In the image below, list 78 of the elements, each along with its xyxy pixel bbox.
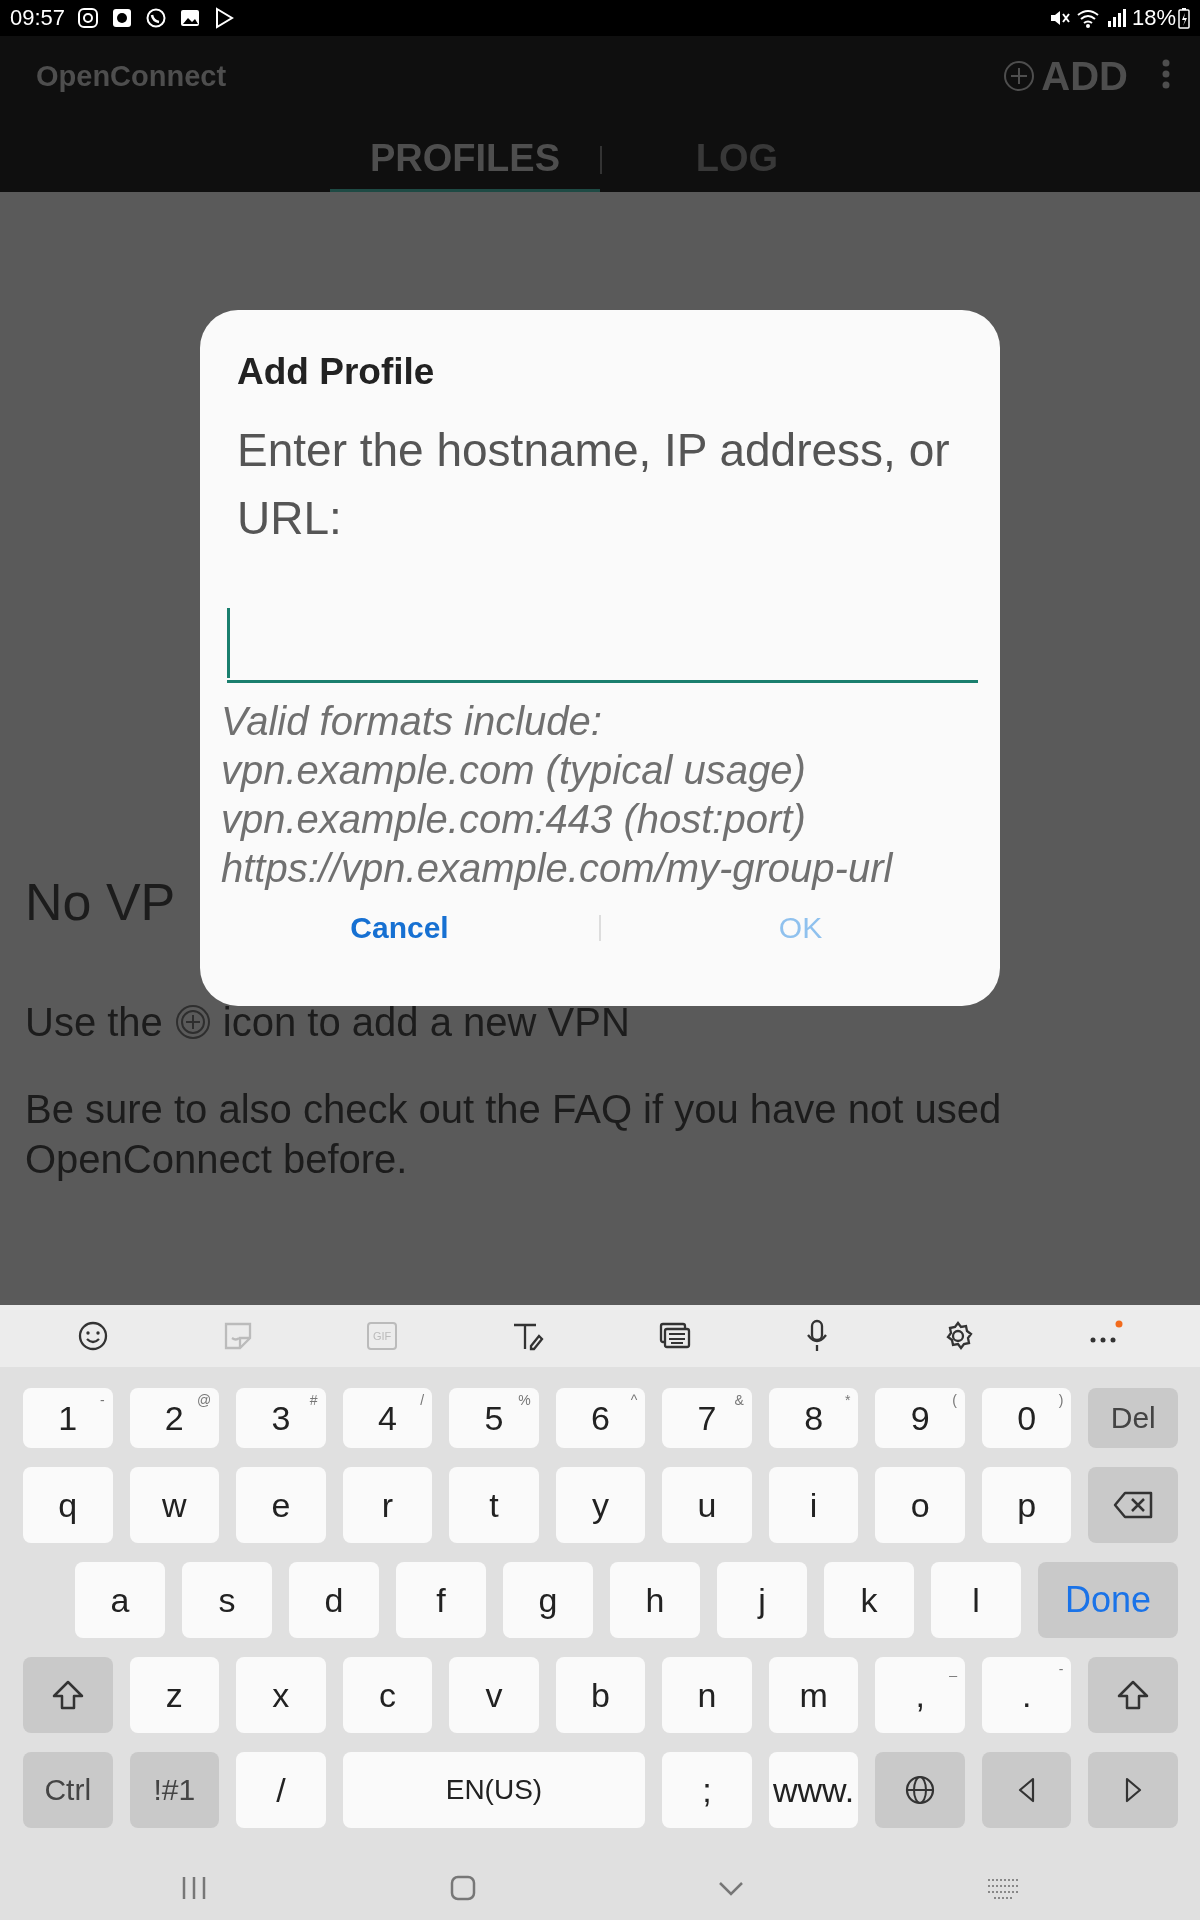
globe-icon bbox=[904, 1774, 937, 1806]
key[interactable]: r bbox=[342, 1467, 433, 1543]
key[interactable]: p bbox=[981, 1467, 1072, 1543]
key[interactable]: w bbox=[129, 1467, 220, 1543]
empty-heading: No VP bbox=[25, 872, 176, 932]
wifi-icon bbox=[1075, 7, 1100, 29]
key[interactable]: !#1 bbox=[129, 1752, 220, 1828]
key[interactable]: q bbox=[23, 1467, 113, 1543]
emoji-icon[interactable] bbox=[76, 1320, 109, 1352]
backspace-key[interactable] bbox=[1088, 1467, 1178, 1543]
key[interactable]: ; bbox=[662, 1752, 752, 1828]
format-hint: Valid formats include: bbox=[221, 698, 603, 745]
key[interactable]: u bbox=[662, 1467, 752, 1543]
dialog-button[interactable]: Cancel bbox=[200, 903, 599, 953]
key[interactable]: t bbox=[449, 1467, 539, 1543]
key[interactable]: , _ bbox=[875, 1657, 965, 1733]
phone-chat-icon bbox=[145, 7, 168, 29]
status-time: 09:57 bbox=[10, 5, 66, 31]
key[interactable]: g bbox=[503, 1562, 593, 1638]
shift-key[interactable] bbox=[1088, 1657, 1178, 1733]
key[interactable]: l bbox=[931, 1562, 1021, 1638]
format-hint: https://vpn.example.com/my-group-url bbox=[221, 845, 895, 892]
backspace-icon bbox=[1113, 1489, 1154, 1521]
add-circle-icon bbox=[174, 1004, 211, 1040]
help-paragraph: Be sure to also check out the FAQ if you have not used OpenConnect before. bbox=[25, 1086, 1003, 1183]
key[interactable]: i bbox=[768, 1467, 859, 1543]
key[interactable]: h bbox=[610, 1562, 700, 1638]
key[interactable]: a bbox=[75, 1562, 165, 1638]
format-hint: vpn.example.com:443 (host:port) bbox=[221, 796, 807, 843]
key[interactable]: Ctrl bbox=[23, 1752, 113, 1828]
key[interactable]: 9 ( bbox=[875, 1388, 965, 1448]
microphone-icon[interactable] bbox=[804, 1319, 829, 1353]
key[interactable]: 0 ) bbox=[981, 1388, 1072, 1448]
app-title: OpenConnect bbox=[36, 59, 228, 93]
key[interactable]: 5 % bbox=[449, 1388, 539, 1448]
key[interactable]: 3 # bbox=[236, 1388, 326, 1448]
key[interactable]: s bbox=[182, 1562, 272, 1638]
signal-icon bbox=[1105, 7, 1126, 29]
key[interactable]: e bbox=[236, 1467, 326, 1543]
key[interactable]: f bbox=[396, 1562, 486, 1638]
dialog-message: Enter the hostname, IP address, or URL: bbox=[237, 423, 951, 546]
add-circle-icon bbox=[1003, 60, 1036, 92]
play-store-icon bbox=[213, 7, 236, 29]
key[interactable]: 6 ^ bbox=[555, 1388, 646, 1448]
hint-text: Use the bbox=[25, 999, 163, 1046]
key[interactable]: 1 - bbox=[23, 1388, 113, 1448]
key[interactable]: y bbox=[555, 1467, 646, 1543]
key[interactable]: z bbox=[129, 1657, 220, 1733]
key[interactable]: v bbox=[449, 1657, 539, 1733]
space-key[interactable]: EN(US) bbox=[342, 1752, 646, 1828]
image-icon bbox=[179, 7, 202, 29]
battery-icon bbox=[1178, 7, 1190, 29]
key[interactable]: www. bbox=[768, 1752, 859, 1828]
key[interactable]: k bbox=[824, 1562, 914, 1638]
key[interactable]: b bbox=[555, 1657, 646, 1733]
text-cursor bbox=[227, 608, 230, 678]
key[interactable]: . - bbox=[981, 1657, 1072, 1733]
key[interactable]: 4 / bbox=[342, 1388, 433, 1448]
key[interactable]: 8 * bbox=[768, 1388, 859, 1448]
shift-key[interactable] bbox=[23, 1657, 113, 1733]
format-hint: vpn.example.com (typical usage) bbox=[221, 747, 807, 794]
key[interactable]: Del bbox=[1088, 1388, 1178, 1448]
home-icon[interactable] bbox=[448, 1874, 477, 1902]
key[interactable]: d bbox=[289, 1562, 379, 1638]
key[interactable]: m bbox=[768, 1657, 859, 1733]
globe-key[interactable] bbox=[875, 1752, 965, 1828]
key[interactable]: / bbox=[236, 1752, 326, 1828]
dialog-title: Add Profile bbox=[237, 350, 436, 394]
key[interactable]: 7 & bbox=[662, 1388, 752, 1448]
key[interactable]: n bbox=[662, 1657, 752, 1733]
key[interactable]: j bbox=[717, 1562, 807, 1638]
camera-icon bbox=[77, 7, 100, 29]
battery-level: 18% bbox=[1131, 5, 1176, 31]
key[interactable]: c bbox=[342, 1657, 433, 1733]
key[interactable]: o bbox=[875, 1467, 965, 1543]
key[interactable]: x bbox=[236, 1657, 326, 1733]
hint-text: icon to add a new VPN bbox=[222, 999, 630, 1046]
key[interactable]: 2 @ bbox=[129, 1388, 220, 1448]
